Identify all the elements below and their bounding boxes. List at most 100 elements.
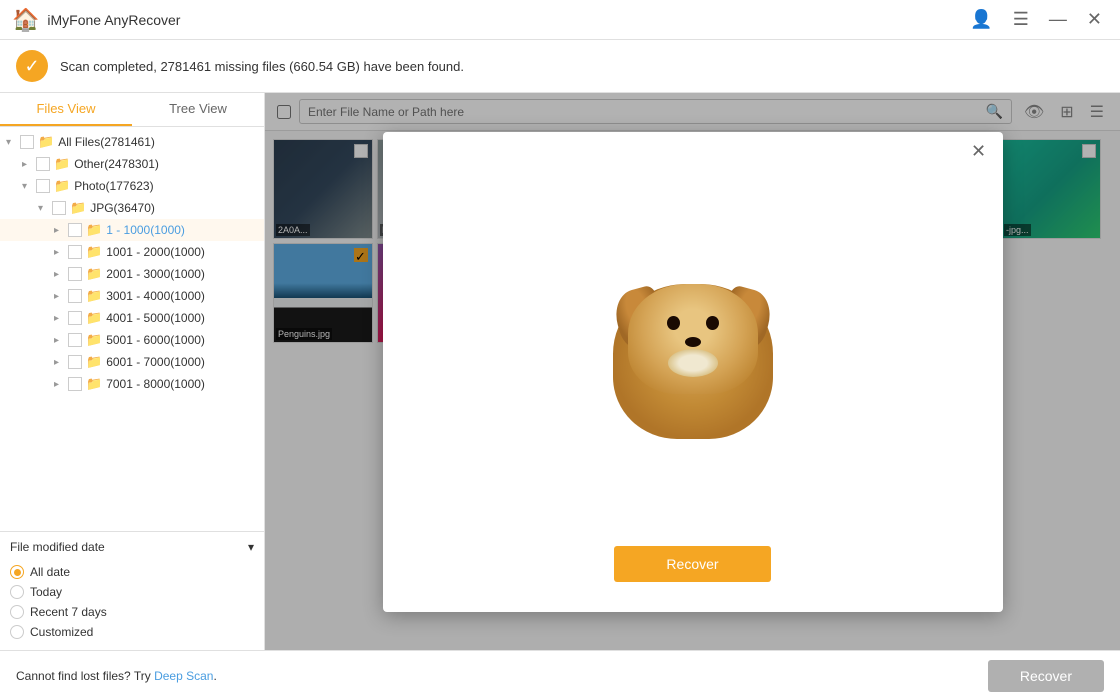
tree-arrow: ▸ <box>54 313 68 324</box>
folder-icon: 📁 <box>54 178 70 194</box>
tree-checkbox[interactable] <box>68 267 82 281</box>
tree-item-r7[interactable]: ▸📁6001 - 7000(1000) <box>0 351 264 373</box>
app-title: iMyFone AnyRecover <box>47 12 964 28</box>
radio-customized[interactable]: Customized <box>10 622 254 642</box>
content-area: 🔍 👁 ⊞ ☰ 2A0A...E368...2C05F70F@2481...35… <box>265 93 1120 650</box>
date-filter-label: File modified date <box>10 540 105 554</box>
file-tree: ▾📁All Files(2781461)▸📁Other(2478301)▾📁Ph… <box>0 127 264 531</box>
tree-label: Photo(177623) <box>74 179 153 193</box>
tree-label: 6001 - 7000(1000) <box>106 355 205 369</box>
tree-item-r3[interactable]: ▸ 📁 2001 - 3000(1000) <box>0 263 264 285</box>
tree-checkbox[interactable] <box>68 245 82 259</box>
tree-arrow: ▾ <box>38 203 52 214</box>
tree-arrow: ▸ <box>54 269 68 280</box>
window-controls: 👤 ☰ — ✕ <box>964 7 1108 32</box>
date-filter: File modified date ▾ All date Today Recent… <box>0 531 264 650</box>
tree-label: 1001 - 2000(1000) <box>106 245 205 259</box>
tree-item-r4[interactable]: ▸📁3001 - 4000(1000) <box>0 285 264 307</box>
modal-image <box>613 279 773 439</box>
tree-label: All Files(2781461) <box>58 135 155 149</box>
app-icon: 🏠 <box>12 7 39 33</box>
status-suffix: . <box>213 669 216 683</box>
close-button[interactable]: ✕ <box>1081 7 1108 32</box>
notification-text: Scan completed, 2781461 missing files (6… <box>60 59 464 74</box>
tree-checkbox[interactable] <box>68 355 82 369</box>
tree-label: JPG(36470) <box>90 201 155 215</box>
tree-checkbox[interactable] <box>68 333 82 347</box>
tree-arrow: ▾ <box>22 181 36 192</box>
date-filter-options: All date Today Recent 7 days Customized <box>10 562 254 642</box>
folder-icon: 📁 <box>86 222 102 238</box>
radio-label: All date <box>30 565 70 579</box>
radio-recent_7[interactable]: Recent 7 days <box>10 602 254 622</box>
folder-icon: 📁 <box>54 156 70 172</box>
tree-checkbox[interactable] <box>36 179 50 193</box>
radio-circle <box>10 625 24 639</box>
folder-icon: 📁 <box>86 354 102 370</box>
modal-image-area <box>383 172 1003 546</box>
tree-checkbox[interactable] <box>52 201 66 215</box>
tree-checkbox[interactable] <box>68 377 82 391</box>
radio-label: Recent 7 days <box>30 605 107 619</box>
tree-item-jpg[interactable]: ▾ 📁 JPG(36470) <box>0 197 264 219</box>
folder-icon: 📁 <box>86 376 102 392</box>
date-filter-arrow: ▾ <box>248 540 254 554</box>
radio-circle <box>10 565 24 579</box>
preview-modal: ✕ <box>383 132 1003 612</box>
tree-label: 5001 - 6000(1000) <box>106 333 205 347</box>
modal-header: ✕ <box>383 132 1003 172</box>
tree-checkbox[interactable] <box>68 289 82 303</box>
user-icon[interactable]: 👤 <box>964 7 998 32</box>
radio-circle <box>10 585 24 599</box>
tree-checkbox[interactable] <box>68 223 82 237</box>
tree-label: 2001 - 3000(1000) <box>106 267 205 281</box>
tree-item-other[interactable]: ▸ 📁 Other(2478301) <box>0 153 264 175</box>
tree-label: 7001 - 8000(1000) <box>106 377 205 391</box>
tree-item-r5[interactable]: ▸📁4001 - 5000(1000) <box>0 307 264 329</box>
tree-arrow: ▸ <box>54 291 68 302</box>
folder-icon: 📁 <box>86 266 102 282</box>
folder-icon: 📁 <box>70 200 86 216</box>
tree-label: 4001 - 5000(1000) <box>106 311 205 325</box>
status-text: Cannot find lost files? Try Deep Scan. <box>16 669 217 683</box>
tree-item-r1[interactable]: ▸📁1 - 1000(1000) <box>0 219 264 241</box>
radio-circle <box>10 605 24 619</box>
success-icon: ✓ <box>16 50 48 82</box>
tree-arrow: ▾ <box>6 137 20 148</box>
folder-icon: 📁 <box>86 244 102 260</box>
tab-files-view[interactable]: Files View <box>0 93 132 126</box>
title-bar: 🏠 iMyFone AnyRecover 👤 ☰ — ✕ <box>0 0 1120 40</box>
tab-tree-view[interactable]: Tree View <box>132 93 264 126</box>
notification-bar: ✓ Scan completed, 2781461 missing files … <box>0 40 1120 93</box>
date-filter-header[interactable]: File modified date ▾ <box>10 540 254 554</box>
radio-today[interactable]: Today <box>10 582 254 602</box>
radio-all_date[interactable]: All date <box>10 562 254 582</box>
tree-item-all[interactable]: ▾📁All Files(2781461) <box>0 131 264 153</box>
folder-icon: 📁 <box>86 332 102 348</box>
tree-checkbox[interactable] <box>68 311 82 325</box>
minimize-button[interactable]: — <box>1043 7 1073 32</box>
tree-checkbox[interactable] <box>20 135 34 149</box>
recover-button[interactable]: Recover <box>988 660 1104 692</box>
modal-recover-button[interactable]: Recover <box>614 546 770 582</box>
tree-item-r2[interactable]: ▸ 📁 1001 - 2000(1000) <box>0 241 264 263</box>
tree-arrow: ▸ <box>54 379 68 390</box>
menu-icon[interactable]: ☰ <box>1007 7 1035 32</box>
tree-arrow: ▸ <box>54 247 68 258</box>
deep-scan-link[interactable]: Deep Scan <box>154 669 213 683</box>
modal-close-button[interactable]: ✕ <box>967 140 991 164</box>
tree-item-photo[interactable]: ▾ 📁 Photo(177623) <box>0 175 264 197</box>
tree-arrow: ▸ <box>22 159 36 170</box>
cannot-find-text: Cannot find lost files? Try <box>16 669 154 683</box>
view-tabs: Files View Tree View <box>0 93 264 127</box>
modal-overlay[interactable]: ✕ <box>265 93 1120 650</box>
tree-label: Other(2478301) <box>74 157 159 171</box>
main-container: Files View Tree View ▾📁All Files(2781461… <box>0 93 1120 650</box>
status-bar: Cannot find lost files? Try Deep Scan. R… <box>0 650 1120 700</box>
tree-checkbox[interactable] <box>36 157 50 171</box>
tree-item-r6[interactable]: ▸ 📁 5001 - 6000(1000) <box>0 329 264 351</box>
radio-label: Customized <box>30 625 93 639</box>
tree-item-r8[interactable]: ▸ 📁 7001 - 8000(1000) <box>0 373 264 395</box>
tree-label: 3001 - 4000(1000) <box>106 289 205 303</box>
tree-arrow: ▸ <box>54 335 68 346</box>
